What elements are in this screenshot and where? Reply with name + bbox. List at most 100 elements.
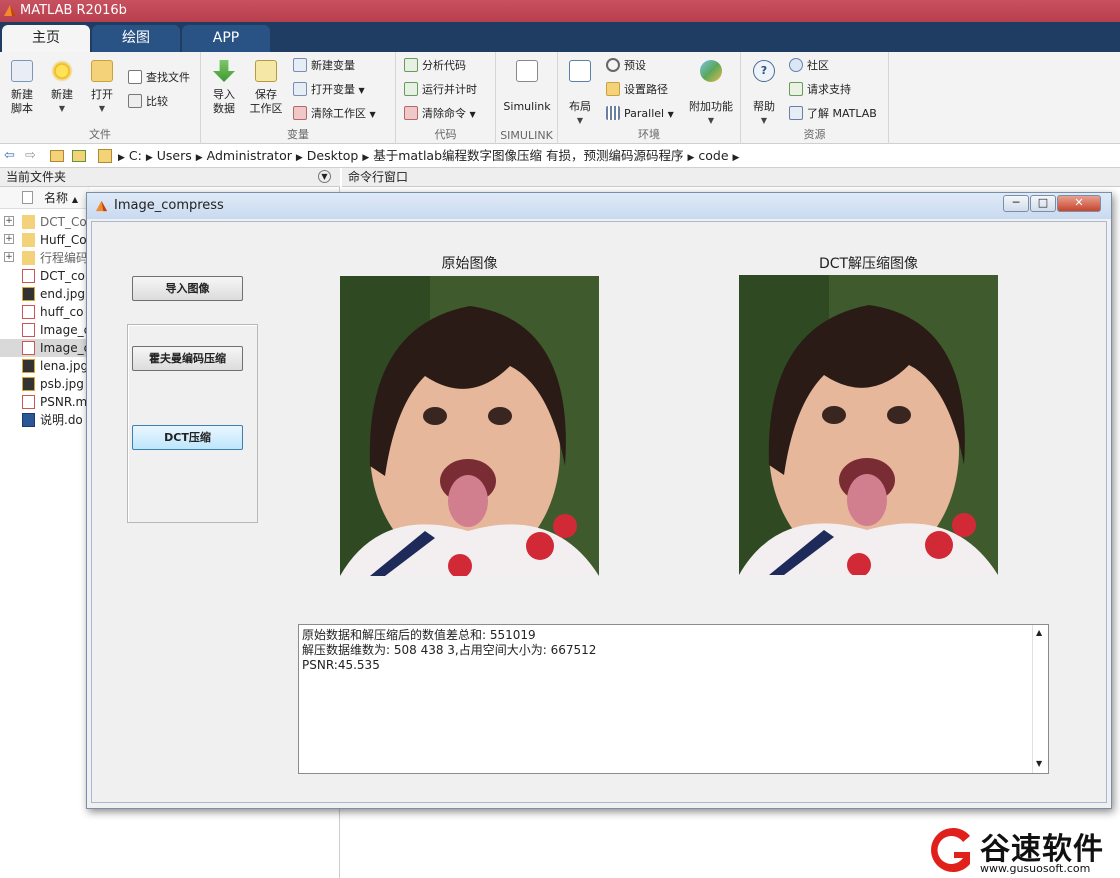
new-script-button[interactable]: 新建 脚本	[2, 58, 42, 116]
jpg-file-icon	[22, 359, 35, 373]
original-image	[340, 276, 599, 576]
name-column-header[interactable]: 名称 ▲	[0, 187, 90, 209]
file-icon	[22, 191, 33, 204]
file-list-item[interactable]: end.jpg	[0, 285, 86, 303]
file-list-item[interactable]: PSNR.m	[0, 393, 86, 411]
file-list-item[interactable]: + DCT_Co	[0, 213, 86, 231]
layout-button[interactable]: 布局 ▼	[560, 58, 600, 128]
tab-apps[interactable]: APP	[182, 25, 270, 52]
breadcrumb-item[interactable]: Users	[157, 148, 192, 163]
run-and-time-button[interactable]: 运行并计时	[404, 80, 477, 100]
back-arrow-icon[interactable]: ⇦	[4, 145, 15, 167]
expand-icon[interactable]: +	[4, 216, 14, 226]
gear-icon	[606, 58, 620, 72]
dct-compress-button[interactable]: DCT压缩	[132, 425, 243, 450]
file-list-item[interactable]: + 行程编码	[0, 249, 86, 267]
up-folder-icon[interactable]	[50, 150, 64, 162]
new-variable-button[interactable]: 新建变量	[293, 56, 355, 76]
m-file-icon	[22, 395, 35, 409]
set-path-button[interactable]: 设置路径	[606, 80, 668, 100]
parallel-button[interactable]: Parallel ▼	[606, 104, 674, 124]
panel-menu-icon[interactable]: ▼	[318, 170, 331, 183]
file-list-item[interactable]: Image_c	[0, 321, 86, 339]
clear-workspace-button[interactable]: 清除工作区 ▼	[293, 104, 376, 124]
breadcrumb-item[interactable]: Desktop	[307, 148, 359, 163]
result-output-box[interactable]: 原始数据和解压缩后的数值差总和: 551019 解压数据维数为: 508 438…	[298, 624, 1049, 774]
community-icon	[789, 58, 803, 72]
tab-plots[interactable]: 绘图	[92, 25, 180, 52]
huffman-compress-button[interactable]: 霍夫曼编码压缩	[132, 346, 243, 371]
folder-icon	[22, 215, 35, 229]
m-file-icon	[22, 305, 35, 319]
dropdown-arrow-icon: ▼	[358, 86, 365, 95]
breadcrumb-item[interactable]: Administrator	[207, 148, 292, 163]
find-files-icon	[128, 70, 142, 84]
forward-arrow-icon[interactable]: ⇨	[25, 145, 36, 167]
file-list-item[interactable]: lena.jpg	[0, 357, 86, 375]
add-ons-icon	[700, 60, 722, 82]
file-list-item[interactable]: DCT_co	[0, 267, 86, 285]
add-ons-button[interactable]: 附加功能 ▼	[688, 58, 734, 128]
file-list-item[interactable]: huff_co	[0, 303, 86, 321]
open-variable-button[interactable]: 打开变量 ▼	[293, 80, 365, 100]
jpg-file-icon	[22, 377, 35, 391]
vertical-scrollbar[interactable]: ▲ ▼	[1032, 625, 1048, 773]
help-button[interactable]: ? 帮助 ▼	[744, 58, 784, 128]
clear-commands-button[interactable]: 清除命令 ▼	[404, 104, 476, 124]
file-list-item[interactable]: 说明.do	[0, 411, 86, 429]
support-icon	[789, 82, 803, 96]
expand-icon[interactable]: +	[4, 234, 14, 244]
eraser-icon	[293, 106, 307, 120]
save-workspace-button[interactable]: 保存 工作区	[246, 58, 286, 116]
file-list-item-selected[interactable]: Image_c	[0, 339, 86, 357]
expand-icon[interactable]: +	[4, 252, 14, 262]
ribbon-group-variable: 导入 数据 保存 工作区 新建变量 打开变量 ▼ 清除工作区 ▼ 变量	[201, 52, 396, 144]
jpg-file-icon	[22, 287, 35, 301]
request-support-button[interactable]: 请求支持	[789, 80, 851, 100]
word-doc-icon	[22, 413, 35, 427]
matlab-logo-icon	[95, 200, 108, 212]
maximize-button[interactable]: □	[1030, 195, 1056, 212]
breadcrumb: ▶ C: ▶ Users ▶ Administrator ▶ Desktop ▶…	[118, 148, 740, 163]
close-button[interactable]: ✕	[1057, 195, 1101, 212]
scroll-up-icon[interactable]: ▲	[1036, 625, 1042, 640]
file-list-item[interactable]: psb.jpg	[0, 375, 86, 393]
compare-button[interactable]: 比较	[128, 92, 168, 112]
preferences-button[interactable]: 预设	[606, 56, 646, 76]
output-line: PSNR:45.535	[302, 658, 380, 672]
breadcrumb-item[interactable]: code	[698, 148, 728, 163]
dct-image-title: DCT解压缩图像	[818, 256, 919, 272]
learn-matlab-button[interactable]: 了解 MATLAB	[789, 104, 877, 124]
find-files-button[interactable]: 查找文件	[128, 68, 190, 88]
learn-icon	[789, 106, 803, 120]
analyze-code-button[interactable]: 分析代码	[404, 56, 466, 76]
figure-window: Image_compress ─ □ ✕ 导入图像 霍夫曼编码压缩 DCT压缩 …	[86, 192, 1112, 809]
app-title-bar: MATLAB R2016b	[0, 0, 1120, 22]
matlab-logo-icon	[4, 5, 16, 16]
watermark-logo: 谷速软件 www.gusuosoft.com	[920, 822, 1120, 878]
import-image-button[interactable]: 导入图像	[132, 276, 243, 301]
scroll-down-icon[interactable]: ▼	[1036, 756, 1042, 771]
open-variable-icon	[293, 82, 307, 96]
tab-home[interactable]: 主页	[2, 25, 90, 52]
dropdown-arrow-icon: ▼	[58, 104, 66, 113]
breadcrumb-item[interactable]: 基于matlab编程数字图像压缩 有损，预测编码源码程序	[373, 148, 683, 163]
figure-content: 导入图像 霍夫曼编码压缩 DCT压缩 原始图像 DCT解压缩图像 原始数据和解压…	[91, 221, 1107, 803]
minimize-button[interactable]: ─	[1003, 195, 1029, 212]
import-data-button[interactable]: 导入 数据	[204, 58, 244, 116]
browse-folder-icon[interactable]	[72, 150, 86, 162]
simulink-button[interactable]: Simulink	[502, 58, 552, 114]
dropdown-arrow-icon: ▼	[369, 110, 376, 119]
file-list-item[interactable]: + Huff_Co	[0, 231, 86, 249]
analyze-code-icon	[404, 58, 418, 72]
open-button[interactable]: 打开 ▼	[82, 58, 122, 116]
import-arrow-icon	[213, 60, 235, 82]
simulink-icon	[516, 60, 538, 82]
breadcrumb-item[interactable]: C:	[129, 148, 142, 163]
m-file-icon	[22, 323, 35, 337]
parallel-icon	[606, 106, 620, 120]
output-line: 原始数据和解压缩后的数值差总和: 551019	[302, 628, 536, 642]
community-button[interactable]: 社区	[789, 56, 829, 76]
ribbon-group-resources: ? 帮助 ▼ 社区 请求支持 了解 MATLAB 资源	[741, 52, 889, 144]
new-button[interactable]: 新建 ▼	[42, 58, 82, 116]
